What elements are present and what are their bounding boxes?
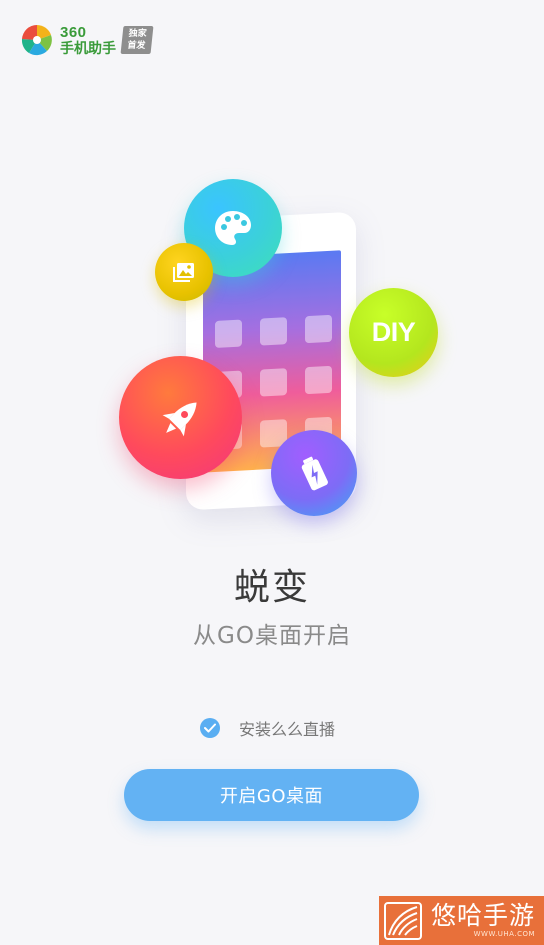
app-tile (305, 314, 332, 344)
watermark-url: WWW.UHA.COM (473, 930, 536, 938)
hero-illustration: DIY (0, 0, 544, 560)
page-subtitle: 从GO桌面开启 (193, 623, 351, 649)
page-title: 蜕变 (233, 567, 310, 608)
install-option-row[interactable]: 安装么么直播 (200, 716, 335, 740)
open-go-launcher-button[interactable]: 开启GO桌面 (124, 769, 419, 821)
app-tile (215, 319, 242, 348)
photo-icon (155, 243, 213, 301)
watermark-logo-icon (383, 901, 423, 941)
diy-badge: DIY (349, 288, 438, 377)
app-tile (260, 368, 287, 397)
watermark: 悠哈手游 WWW.UHA.COM (379, 896, 544, 945)
battery-icon (271, 430, 357, 516)
watermark-text: 悠哈手游 (431, 901, 536, 930)
app-tile (260, 317, 287, 346)
install-checkbox[interactable] (200, 718, 220, 738)
app-tile (305, 365, 332, 395)
install-option-label: 安装么么直播 (239, 720, 336, 739)
checkmark-icon (204, 723, 216, 733)
rocket-icon (119, 356, 242, 479)
